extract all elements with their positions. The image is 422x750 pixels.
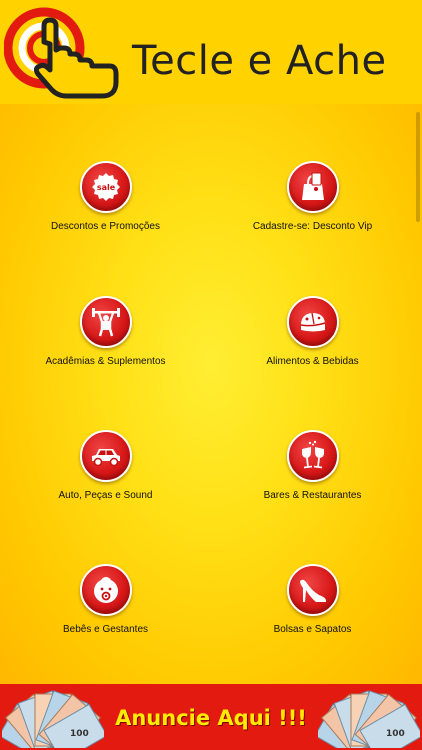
category-auto[interactable]: Auto, Peças e Sound [0, 430, 211, 501]
category-button[interactable] [79, 430, 132, 482]
shopping-bag-icon [301, 172, 324, 200]
category-button[interactable] [286, 161, 339, 213]
category-label: Auto, Peças e Sound [58, 490, 153, 501]
category-bebes[interactable]: Bebês e Gestantes [0, 564, 211, 635]
category-label: Descontos e Promoções [51, 221, 160, 232]
category-grid: sale Descontos e Promoções Cadastre-se: … [0, 104, 422, 684]
pointing-hand-target-icon [4, 7, 119, 99]
category-button[interactable] [286, 564, 339, 616]
advertise-banner[interactable]: 100 Anuncie Aqui !!! 100 [0, 684, 422, 750]
category-button[interactable]: sale [79, 161, 132, 213]
money-note-text: 100 [386, 729, 405, 739]
brand-title: Tecle e Ache [132, 38, 387, 84]
category-button[interactable] [286, 430, 339, 482]
category-descontos[interactable]: sale Descontos e Promoções [0, 161, 211, 232]
category-button[interactable] [79, 564, 132, 616]
category-bolsas[interactable]: Bolsas e Sapatos [207, 564, 418, 635]
category-academias[interactable]: Acadêmias & Suplementos [0, 296, 211, 367]
category-alimentos[interactable]: Alimentos & Bebidas [207, 296, 418, 367]
car-icon [91, 449, 120, 467]
category-label: Bares & Restaurantes [263, 490, 362, 501]
category-bares[interactable]: Bares & Restaurantes [207, 430, 418, 501]
money-fan-icon: 100 [318, 690, 420, 748]
category-label: Cadastre-se: Desconto Vip [252, 221, 373, 232]
cheese-icon [300, 312, 325, 332]
category-cadastre[interactable]: Cadastre-se: Desconto Vip [207, 161, 418, 232]
wine-glasses-icon [301, 440, 324, 469]
category-label: Acadêmias & Suplementos [45, 356, 166, 367]
category-label: Bebês e Gestantes [62, 624, 149, 635]
money-note-text: 100 [70, 729, 89, 739]
weightlifter-icon [91, 308, 120, 337]
category-button[interactable] [79, 296, 132, 348]
high-heel-icon [299, 579, 326, 602]
category-button[interactable] [286, 296, 339, 348]
category-label: Bolsas e Sapatos [273, 624, 352, 635]
sale-icon-text: sale [96, 183, 115, 192]
sale-tag-icon: sale [91, 173, 120, 201]
category-label: Alimentos & Bebidas [266, 356, 359, 367]
header: Tecle e Ache [0, 0, 422, 104]
baby-icon [93, 577, 118, 603]
